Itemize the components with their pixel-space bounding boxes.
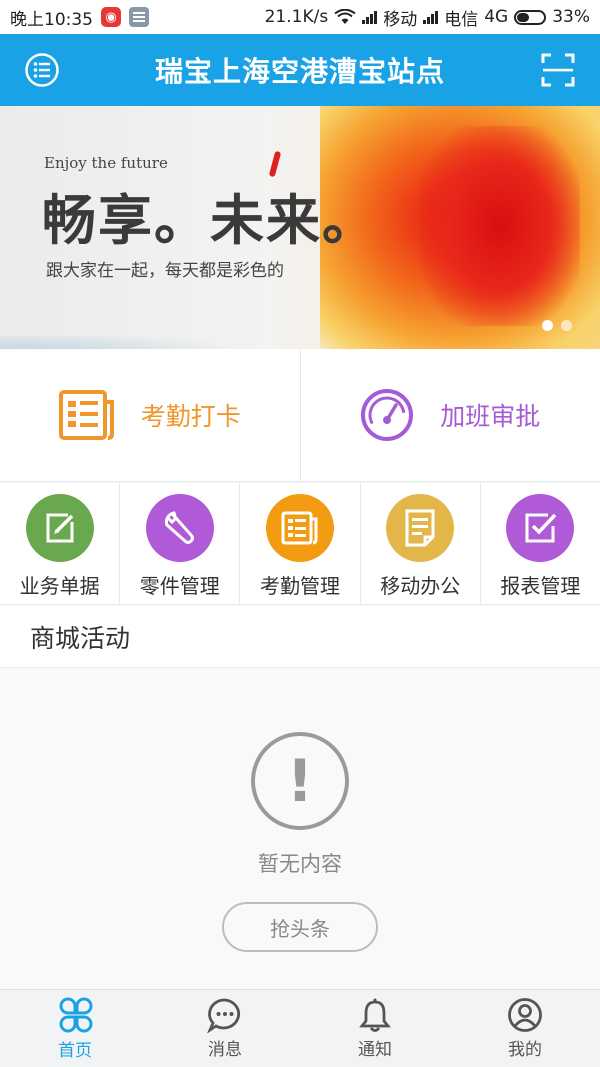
network-type: 4G xyxy=(484,7,509,27)
battery-icon xyxy=(514,9,547,25)
banner-color-splash-core xyxy=(420,126,580,326)
empty-state-text: 暂无内容 xyxy=(258,852,342,876)
newspaper-icon xyxy=(281,511,318,545)
grid-item-attendance-management[interactable]: 考勤管理 xyxy=(239,483,359,604)
grid-label: 零件管理 xyxy=(139,574,220,598)
battery-level: 33% xyxy=(552,7,590,27)
banner-blue-splash xyxy=(0,336,280,349)
banner-red-mark xyxy=(268,150,282,178)
carrier-1: 移动 xyxy=(383,9,418,30)
netease-music-icon: ◉ xyxy=(101,7,121,27)
wrench-icon xyxy=(164,511,194,544)
gauge-icon xyxy=(361,389,414,441)
user-icon xyxy=(508,998,542,1032)
wifi-icon xyxy=(334,9,356,24)
attendance-card-icon xyxy=(58,390,114,440)
signal-icon-2 xyxy=(423,10,439,24)
grab-headline-button[interactable]: 抢头条 xyxy=(222,902,378,952)
banner-headline: 畅享。未来。 xyxy=(42,189,378,252)
empty-state: ! 暂无内容 抢头条 xyxy=(0,669,600,989)
tab-profile[interactable]: 我的 xyxy=(450,990,600,1067)
tab-label: 通知 xyxy=(358,1040,392,1060)
list-menu-icon xyxy=(25,53,59,87)
chat-icon xyxy=(207,998,241,1033)
overtime-approval-label: 加班审批 xyxy=(440,402,541,431)
mobile-office-badge xyxy=(386,494,455,562)
status-bar: 晚上10:35 ◉ 21.1K/s 移动 电信 4G 33% xyxy=(0,0,600,34)
grid-label: 业务单据 xyxy=(19,574,100,598)
app-header: 瑞宝上海空港漕宝站点 xyxy=(0,34,600,106)
signal-icon xyxy=(362,10,378,24)
grid-item-mobile-office[interactable]: 移动办公 xyxy=(359,483,480,604)
report-management-badge xyxy=(506,494,575,562)
tab-label: 消息 xyxy=(208,1040,242,1060)
grid-item-report-management[interactable]: 报表管理 xyxy=(479,483,600,604)
menu-button[interactable] xyxy=(22,50,62,90)
status-time: 晚上10:35 xyxy=(10,9,93,30)
carousel-dot-1[interactable] xyxy=(542,320,553,331)
grid-item-business-docs[interactable]: 业务单据 xyxy=(0,483,119,604)
scan-button[interactable] xyxy=(538,50,578,90)
banner-subtitle: 跟大家在一起，每天都是彩色的 xyxy=(46,261,284,281)
carousel-dot-2[interactable] xyxy=(561,320,572,331)
home-clover-icon xyxy=(59,997,93,1033)
business-docs-badge xyxy=(25,494,94,562)
scan-icon xyxy=(541,53,575,87)
grid-item-parts-management[interactable]: 零件管理 xyxy=(119,483,239,604)
checkbox-icon xyxy=(525,513,557,543)
attendance-management-badge xyxy=(266,494,334,562)
network-speed: 21.1K/s xyxy=(264,7,329,27)
grid-label: 考勤管理 xyxy=(260,574,340,598)
quick-actions: 考勤打卡 加班审批 xyxy=(0,349,600,482)
carousel-dots xyxy=(542,320,572,331)
overtime-approval-button[interactable]: 加班审批 xyxy=(299,349,600,481)
tab-messages[interactable]: 消息 xyxy=(150,990,300,1067)
grid-label: 移动办公 xyxy=(380,574,461,598)
page-title: 瑞宝上海空港漕宝站点 xyxy=(154,55,445,88)
tab-label: 首页 xyxy=(58,1041,92,1061)
edit-icon xyxy=(46,513,74,543)
tab-notifications[interactable]: 通知 xyxy=(300,990,450,1067)
banner-small-text: Enjoy the future xyxy=(44,154,168,172)
warning-icon: ! xyxy=(251,732,349,830)
bottom-tab-bar: 首页 消息 通知 我的 xyxy=(0,989,600,1067)
document-icon xyxy=(405,509,435,547)
section-title: 商城活动 xyxy=(0,606,600,668)
attendance-checkin-label: 考勤打卡 xyxy=(140,402,241,431)
parts-management-badge xyxy=(145,494,214,562)
tab-label: 我的 xyxy=(508,1040,542,1060)
carrier-2: 电信 xyxy=(444,9,479,30)
tab-home[interactable]: 首页 xyxy=(0,990,150,1067)
feature-grid: 业务单据 零件管理 考勤管理 移动办公 报表管理 xyxy=(0,483,600,605)
attendance-checkin-button[interactable]: 考勤打卡 xyxy=(0,349,300,481)
bell-icon xyxy=(359,998,391,1032)
notification-app-icon xyxy=(129,7,149,27)
banner-carousel[interactable]: Enjoy the future 畅享。未来。 跟大家在一起，每天都是彩色的 xyxy=(0,106,600,349)
grid-label: 报表管理 xyxy=(500,574,581,598)
